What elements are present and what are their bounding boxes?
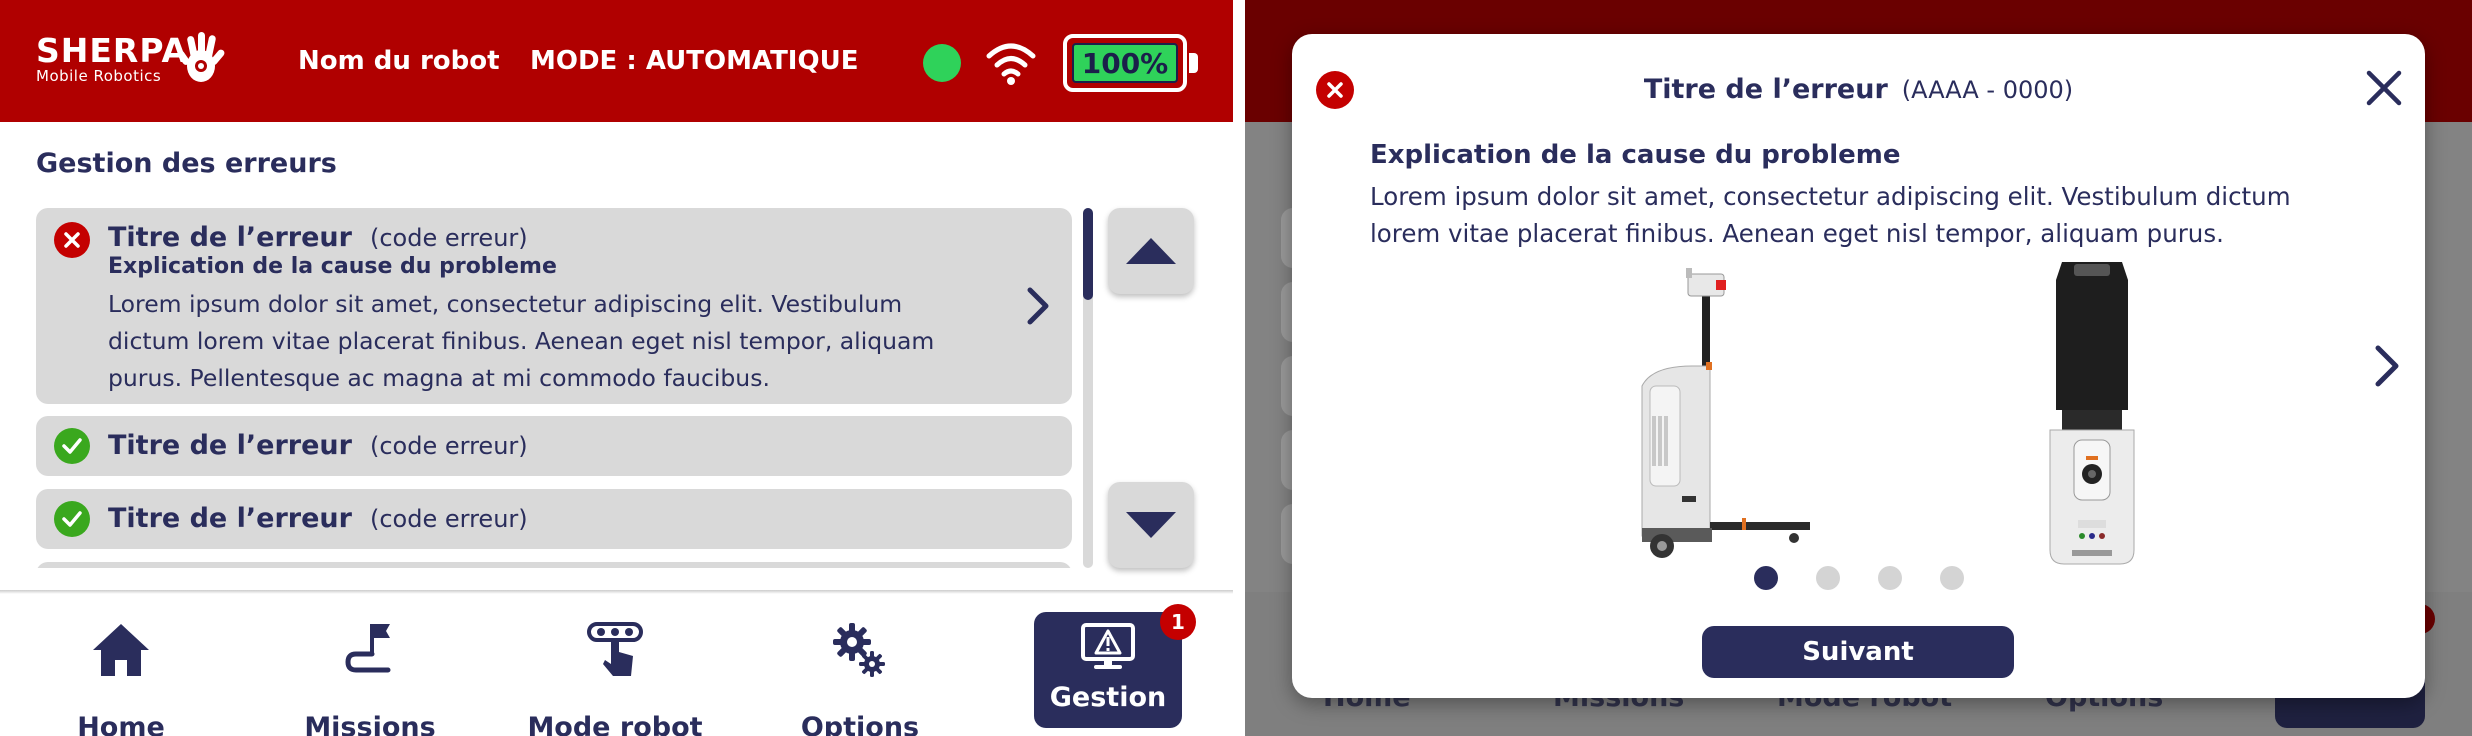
- carousel-dot[interactable]: [1878, 566, 1902, 590]
- modal-error-code: (AAAA - 0000): [1901, 76, 2074, 104]
- error-code: (code erreur): [370, 505, 528, 533]
- nav-item-mode-robot[interactable]: Mode robot: [515, 620, 715, 736]
- check-icon: [62, 511, 82, 527]
- error-cause: Explication de la cause du probleme: [108, 254, 557, 279]
- error-detail-screen: Home Missions Mode robot Options Titre d…: [1245, 0, 2472, 736]
- robot-mode: MODE : AUTOMATIQUE: [530, 46, 859, 76]
- error-status-icon: [54, 222, 90, 258]
- error-item[interactable]: Titre de l’erreur (code erreur): [36, 416, 1072, 476]
- robot-front-view-image: [2049, 262, 2135, 565]
- modal-description: Lorem ipsum dolor sit amet, consectetur …: [1370, 182, 2291, 248]
- sherpa-logo: SHERPA Mobile Robotics: [36, 31, 225, 85]
- screen-divider: [1233, 0, 1245, 736]
- error-item-expanded[interactable]: Titre de l’erreur (code erreur) Explicat…: [36, 208, 1072, 404]
- modal-error-title: Titre de l’erreur: [1643, 74, 1888, 105]
- logo-brand: SHERPA: [36, 31, 189, 70]
- battery-level: 100%: [1072, 43, 1178, 83]
- error-title: Titre de l’erreur: [108, 503, 352, 534]
- warning-monitor-icon: [1081, 623, 1135, 669]
- next-button[interactable]: Suivant: [1702, 626, 2014, 678]
- modal-title: Titre de l’erreur (AAAA - 0000): [1292, 74, 2425, 105]
- nav-item-home[interactable]: Home: [21, 620, 221, 736]
- nav-item-gestion[interactable]: Gestion: [1034, 612, 1182, 728]
- hand-logo-icon: [177, 32, 225, 82]
- scroll-up-button[interactable]: [1108, 208, 1194, 294]
- triangle-down-icon: [1126, 512, 1176, 538]
- carousel-dot[interactable]: [1816, 566, 1840, 590]
- resolved-status-icon: [54, 501, 90, 537]
- error-item[interactable]: Titre de l’erreur (code erreur): [36, 489, 1072, 549]
- error-title: Titre de l’erreur: [108, 222, 352, 253]
- missions-icon: [345, 624, 391, 673]
- nav-item-options[interactable]: Options: [760, 620, 960, 736]
- top-bar: SHERPA Mobile Robotics Nom du robot MODE…: [0, 0, 1233, 122]
- modal-cause: Explication de la cause du probleme: [1370, 140, 1901, 170]
- wifi-icon: [986, 43, 1036, 85]
- error-code: (code erreur): [370, 432, 528, 460]
- gears-icon: [833, 623, 885, 677]
- bottom-nav: Home Missions Mode robot Options Gestion: [0, 594, 1233, 736]
- error-list: Titre de l’erreur (code erreur) Explicat…: [36, 208, 1072, 568]
- error-title: Titre de l’erreur: [108, 430, 352, 461]
- notification-badge: 1: [1160, 604, 1196, 640]
- nav-label: Options: [800, 712, 920, 736]
- nav-label: Mode robot: [527, 712, 703, 736]
- scrollbar-thumb[interactable]: [1083, 208, 1093, 300]
- chevron-right-icon[interactable]: [2374, 344, 2400, 388]
- logo-subtitle: Mobile Robotics: [36, 67, 162, 85]
- scroll-down-button[interactable]: [1108, 482, 1194, 568]
- error-item-partial[interactable]: [36, 562, 1072, 568]
- carousel-dot-active[interactable]: [1754, 566, 1778, 590]
- battery-indicator: 100%: [1063, 34, 1187, 92]
- chevron-right-icon[interactable]: [1026, 286, 1050, 326]
- mode-robot-icon: [587, 622, 643, 676]
- close-icon[interactable]: [2364, 68, 2404, 108]
- error-detail-modal: Titre de l’erreur (AAAA - 0000) Explicati…: [1292, 34, 2425, 698]
- carousel-dot[interactable]: [1940, 566, 1964, 590]
- check-icon: [62, 438, 82, 454]
- triangle-up-icon: [1126, 238, 1176, 264]
- connection-status-indicator: [923, 44, 961, 82]
- error-code: (code erreur): [370, 224, 528, 252]
- robot-side-view-image: [1641, 268, 1810, 558]
- nav-label: Missions: [304, 712, 436, 736]
- robot-name: Nom du robot: [298, 46, 500, 76]
- battery-cap: [1189, 53, 1198, 73]
- page-title: Gestion des erreurs: [36, 148, 337, 179]
- resolved-status-icon: [54, 428, 90, 464]
- nav-label: Home: [77, 712, 165, 736]
- error-description: Lorem ipsum dolor sit amet, consectetur …: [108, 290, 935, 392]
- nav-label: Gestion: [1049, 682, 1167, 713]
- error-management-screen: SHERPA Mobile Robotics Nom du robot MODE…: [0, 0, 1233, 736]
- nav-item-missions[interactable]: Missions: [270, 620, 470, 736]
- cross-icon: [64, 232, 80, 248]
- home-icon: [93, 624, 149, 676]
